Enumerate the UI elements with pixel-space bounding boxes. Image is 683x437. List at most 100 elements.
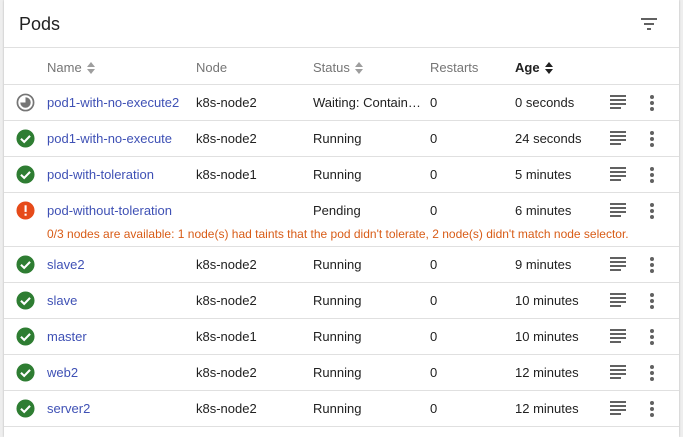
column-label-status: Status xyxy=(313,60,350,75)
sort-icon xyxy=(354,61,363,74)
table-row: pod1-with-no-execute k8s-node2 Running 0… xyxy=(4,121,679,157)
pod-restarts: 0 xyxy=(430,203,438,218)
pod-name-link[interactable]: pod1-with-no-execute2 xyxy=(47,95,179,110)
card-title: Pods xyxy=(19,14,61,34)
column-header-node: Node xyxy=(196,60,227,75)
pod-status: Running xyxy=(313,401,362,416)
pod-name-link[interactable]: pod1-with-no-execute xyxy=(47,131,172,146)
pod-node: k8s-node1 xyxy=(196,167,257,182)
table-row: slave k8s-node2 Running 0 10 minutes xyxy=(4,283,679,319)
table-row: master k8s-node1 Running 0 10 minutes xyxy=(4,319,679,355)
pod-restarts: 0 xyxy=(430,131,438,146)
pod-status: Waiting: ContainerCreating xyxy=(313,95,421,110)
table-body: pod1-with-no-execute2 k8s-node2 Waiting:… xyxy=(4,85,679,427)
pod-restarts: 0 xyxy=(430,95,438,110)
pod-restarts: 0 xyxy=(430,257,438,272)
table-row: pod-with-toleration k8s-node1 Running 0 … xyxy=(4,157,679,193)
pod-node: k8s-node1 xyxy=(196,329,257,344)
column-label-age: Age xyxy=(515,60,540,75)
pod-restarts: 0 xyxy=(430,329,438,344)
pod-age: 0 seconds xyxy=(515,95,575,110)
column-label-node: Node xyxy=(196,60,228,75)
column-label-restarts: Restarts xyxy=(430,60,479,75)
logs-icon[interactable] xyxy=(610,167,626,181)
check-circle-icon xyxy=(16,327,35,346)
pod-status: Running xyxy=(313,131,362,146)
table-row: slave2 k8s-node2 Running 0 9 minutes xyxy=(4,247,679,283)
pod-node: k8s-node2 xyxy=(196,401,257,416)
more-vert-icon[interactable] xyxy=(648,400,656,418)
more-vert-icon[interactable] xyxy=(648,166,656,184)
logs-icon[interactable] xyxy=(610,131,626,145)
check-circle-icon xyxy=(16,363,35,382)
pod-age: 6 minutes xyxy=(515,203,572,218)
pod-status: Pending xyxy=(313,203,361,218)
logs-icon[interactable] xyxy=(610,293,626,307)
check-circle-icon xyxy=(16,399,35,418)
more-vert-icon[interactable] xyxy=(648,130,656,148)
pod-age: 24 seconds xyxy=(515,131,582,146)
more-vert-icon[interactable] xyxy=(648,292,656,310)
more-vert-icon[interactable] xyxy=(648,364,656,382)
pod-status: Running xyxy=(313,365,362,380)
card-header: Pods xyxy=(4,0,679,48)
pod-name-link[interactable]: slave xyxy=(47,293,77,308)
filter-icon[interactable] xyxy=(639,14,659,34)
pod-status: Running xyxy=(313,293,362,308)
pending-icon xyxy=(16,93,35,112)
table-row: pod-without-toleration Pending 0 6 minut… xyxy=(4,193,679,247)
pod-restarts: 0 xyxy=(430,365,438,380)
check-circle-icon xyxy=(16,129,35,148)
pod-age: 9 minutes xyxy=(515,257,572,272)
more-vert-icon[interactable] xyxy=(648,202,656,220)
logs-icon[interactable] xyxy=(610,203,626,217)
sort-icon xyxy=(86,61,95,74)
pod-status: Running xyxy=(313,257,362,272)
pod-restarts: 0 xyxy=(430,293,438,308)
pod-status: Running xyxy=(313,329,362,344)
sort-active-icon xyxy=(544,61,553,74)
pod-node: k8s-node2 xyxy=(196,95,257,110)
pod-node: k8s-node2 xyxy=(196,293,257,308)
pod-name-link[interactable]: master xyxy=(47,329,87,344)
check-circle-icon xyxy=(16,255,35,274)
pods-card: Pods Name Node Status Restarts Age pod1-… xyxy=(4,0,679,437)
column-header-restarts: Restarts xyxy=(430,60,478,75)
check-circle-icon xyxy=(16,165,35,184)
logs-icon[interactable] xyxy=(610,401,626,415)
column-header-age[interactable]: Age xyxy=(515,60,553,75)
logs-icon[interactable] xyxy=(610,95,626,109)
more-vert-icon[interactable] xyxy=(648,94,656,112)
pod-node: k8s-node2 xyxy=(196,257,257,272)
logs-icon[interactable] xyxy=(610,365,626,379)
table-row: web2 k8s-node2 Running 0 12 minutes xyxy=(4,355,679,391)
pod-warning-message: 0/3 nodes are available: 1 node(s) had t… xyxy=(47,227,629,241)
pod-age: 12 minutes xyxy=(515,401,579,416)
pod-age: 12 minutes xyxy=(515,365,579,380)
pod-name-link[interactable]: server2 xyxy=(47,401,90,416)
table-row: pod1-with-no-execute2 k8s-node2 Waiting:… xyxy=(4,85,679,121)
pod-age: 10 minutes xyxy=(515,329,579,344)
column-header-status[interactable]: Status xyxy=(313,60,363,75)
pod-name-link[interactable]: pod-with-toleration xyxy=(47,167,154,182)
pod-age: 10 minutes xyxy=(515,293,579,308)
pod-age: 5 minutes xyxy=(515,167,572,182)
logs-icon[interactable] xyxy=(610,257,626,271)
pod-name-link[interactable]: web2 xyxy=(47,365,78,380)
error-icon xyxy=(16,201,35,220)
table-row: server2 k8s-node2 Running 0 12 minutes xyxy=(4,391,679,427)
more-vert-icon[interactable] xyxy=(648,328,656,346)
check-circle-icon xyxy=(16,291,35,310)
more-vert-icon[interactable] xyxy=(648,256,656,274)
pod-node: k8s-node2 xyxy=(196,131,257,146)
table-header: Name Node Status Restarts Age xyxy=(4,48,679,85)
column-header-name[interactable]: Name xyxy=(47,60,95,75)
logs-icon[interactable] xyxy=(610,329,626,343)
pod-status: Running xyxy=(313,167,362,182)
column-label-name: Name xyxy=(47,60,82,75)
pod-restarts: 0 xyxy=(430,167,438,182)
pod-node: k8s-node2 xyxy=(196,365,257,380)
pod-restarts: 0 xyxy=(430,401,438,416)
pod-name-link[interactable]: slave2 xyxy=(47,257,85,272)
pod-name-link[interactable]: pod-without-toleration xyxy=(47,203,172,218)
